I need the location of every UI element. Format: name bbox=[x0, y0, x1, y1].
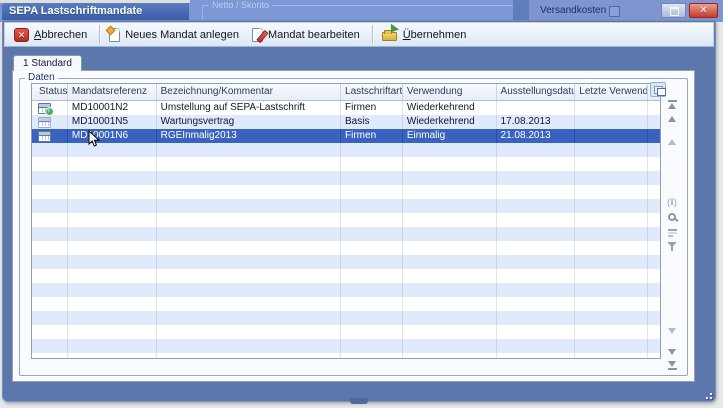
empty-table-row bbox=[32, 311, 660, 325]
background-shipping-area: Versandkosten ✕ bbox=[529, 0, 723, 22]
background-divider bbox=[513, 0, 529, 22]
column-header-mandatsreferenz[interactable]: Mandatsreferenz bbox=[68, 84, 157, 100]
mandates-table: Status Mandatsreferenz Bezeichnung/Komme… bbox=[31, 83, 661, 359]
mandat-bearbeiten-label: Mandat bearbeiten bbox=[268, 29, 360, 41]
column-header-verwendung[interactable]: Verwendung bbox=[403, 84, 497, 100]
row-down-icon[interactable] bbox=[662, 332, 682, 346]
sort-icon[interactable] bbox=[662, 226, 682, 240]
cancel-icon bbox=[14, 28, 29, 42]
empty-table-row bbox=[32, 241, 660, 255]
empty-table-row bbox=[32, 297, 660, 311]
empty-table-row bbox=[32, 171, 660, 185]
empty-table-row bbox=[32, 339, 660, 353]
search-icon[interactable] bbox=[662, 210, 682, 224]
check-badge-icon bbox=[45, 107, 54, 116]
empty-table-row bbox=[32, 325, 660, 339]
daten-group-label: Daten bbox=[25, 72, 58, 83]
scroll-to-top-icon[interactable] bbox=[662, 97, 682, 111]
scroll-to-bottom-icon[interactable] bbox=[662, 358, 682, 372]
background-group-label: Netto / Skonto bbox=[209, 0, 272, 10]
restore-window-button[interactable] bbox=[661, 3, 686, 18]
table-filler-rows bbox=[32, 143, 660, 359]
resize-grip[interactable] bbox=[702, 389, 712, 399]
background-shipping-label: Versandkosten bbox=[540, 5, 606, 16]
apply-icon bbox=[382, 28, 398, 41]
screen: Netto / Skonto Versandkosten ✕ SEPA Last… bbox=[0, 0, 723, 408]
table-header-row: Status Mandatsreferenz Bezeichnung/Komme… bbox=[32, 84, 660, 101]
column-header-letzte-verwendung[interactable]: Letzte Verwendung bbox=[575, 84, 648, 100]
column-header-status[interactable]: Status bbox=[32, 84, 68, 100]
filter-icon[interactable] bbox=[662, 240, 682, 254]
tab-standard[interactable]: 1 Standard bbox=[13, 55, 82, 71]
mouse-cursor bbox=[88, 130, 100, 148]
empty-table-row bbox=[32, 157, 660, 171]
empty-table-row bbox=[32, 143, 660, 157]
neues-mandat-anlegen-button[interactable]: Neues Mandat anlegen bbox=[104, 26, 247, 44]
page-up-icon[interactable] bbox=[662, 112, 682, 126]
edit-document-icon bbox=[252, 28, 263, 42]
column-chooser-icon[interactable] bbox=[650, 82, 666, 97]
dialog-title: SEPA Lastschriftmandate bbox=[9, 5, 142, 17]
empty-table-row bbox=[32, 213, 660, 227]
neues-mandat-anlegen-label: Neues Mandat anlegen bbox=[125, 29, 239, 41]
table-row-selected[interactable]: MD10001N6 RGEInmalig2013 Firmen Einmalig… bbox=[32, 129, 660, 143]
page-down-icon[interactable] bbox=[662, 345, 682, 359]
column-header-bezeichnung[interactable]: Bezeichnung/Kommentar bbox=[157, 84, 341, 100]
abbrechen-button[interactable]: Abbrechen bbox=[9, 26, 95, 44]
dialog-titlebar[interactable]: SEPA Lastschriftmandate bbox=[2, 3, 189, 20]
table-row[interactable]: MD10001N5 Wartungsvertrag Basis Wiederke… bbox=[32, 115, 660, 129]
content-panel: Daten Status Mandatsreferenz Bezeichnung… bbox=[12, 70, 695, 382]
background-field-stub bbox=[609, 6, 620, 17]
uebernehmen-label: Übernehmen bbox=[403, 29, 467, 41]
column-header-lastschriftart[interactable]: Lastschriftart bbox=[341, 84, 403, 100]
empty-table-row bbox=[32, 255, 660, 269]
toolbar-separator bbox=[99, 25, 100, 44]
new-document-icon bbox=[109, 28, 120, 42]
mandate-grid-icon bbox=[38, 117, 51, 128]
mandat-bearbeiten-button[interactable]: Mandat bearbeiten bbox=[247, 26, 368, 44]
uebernehmen-button[interactable]: Übernehmen bbox=[377, 26, 475, 43]
empty-table-row bbox=[32, 185, 660, 199]
empty-table-row bbox=[32, 283, 660, 297]
row-up-icon[interactable] bbox=[662, 126, 682, 140]
column-header-ausstellungsdatum[interactable]: Ausstellungsdatum bbox=[497, 84, 576, 100]
bottom-notch bbox=[350, 398, 368, 404]
empty-table-row bbox=[32, 269, 660, 283]
close-window-button[interactable]: ✕ bbox=[689, 3, 718, 18]
fit-column-width-icon[interactable]: (‖) bbox=[662, 195, 682, 209]
table-row[interactable]: MD10001N2 Umstellung auf SEPA-Lastschrif… bbox=[32, 101, 660, 115]
toolbar-separator bbox=[372, 25, 373, 44]
mandate-grid-icon bbox=[38, 131, 51, 142]
empty-table-row bbox=[32, 353, 660, 359]
abbrechen-label: Abbrechen bbox=[34, 29, 87, 41]
mandate-grid-ok-icon bbox=[38, 103, 51, 114]
empty-table-row bbox=[32, 227, 660, 241]
empty-table-row bbox=[32, 199, 660, 213]
toolbar: Abbrechen Neues Mandat anlegen Mandat be… bbox=[4, 22, 714, 47]
